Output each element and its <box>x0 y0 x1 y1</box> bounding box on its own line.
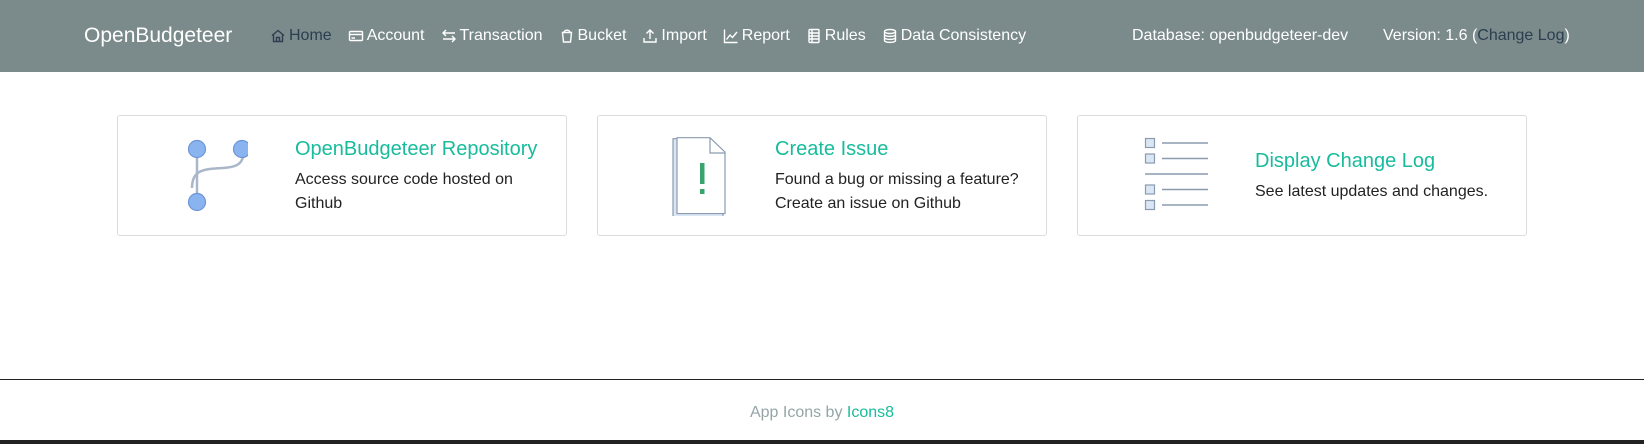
nav-item-rules[interactable]: Rules <box>806 24 866 48</box>
nav-item-transaction[interactable]: Transaction <box>441 24 543 48</box>
bottom-edge-divider <box>0 440 1644 444</box>
footer-credit-prefix: App Icons by <box>749 404 847 421</box>
card-repository-title[interactable]: OpenBudgeteer Repository <box>295 136 555 162</box>
footer: App Icons by Icons8 <box>0 379 1644 444</box>
list-icon <box>806 28 825 44</box>
top-navbar: OpenBudgeteer Home Account Transaction B… <box>0 0 1644 72</box>
version-text: Version: 1.6 ( <box>1383 27 1478 44</box>
document-exclamation-icon <box>628 136 728 219</box>
credit-card-icon <box>348 28 367 44</box>
card-repository[interactable]: OpenBudgeteer Repository Access source c… <box>117 115 567 236</box>
card-create-issue[interactable]: Create Issue Found a bug or missing a fe… <box>597 115 1047 236</box>
icons8-link[interactable]: Icons8 <box>847 404 894 421</box>
nav-label-report: Report <box>741 27 790 44</box>
nav-item-report[interactable]: Report <box>723 24 790 48</box>
changelog-link[interactable]: Change Log <box>1477 27 1564 44</box>
card-repository-desc-1: Access source code hosted on <box>295 171 513 188</box>
card-change-log[interactable]: Display Change Log See latest updates an… <box>1077 115 1527 236</box>
card-change-log-desc: See latest updates and changes. <box>1255 183 1489 200</box>
nav-item-bucket[interactable]: Bucket <box>559 24 627 48</box>
nav-label-transaction: Transaction <box>459 27 543 44</box>
card-change-log-title[interactable]: Display Change Log <box>1255 148 1515 174</box>
nav-label-account: Account <box>366 27 425 44</box>
database-icon <box>882 28 901 44</box>
nav-label-home: Home <box>289 27 332 44</box>
card-create-issue-desc-1: Found a bug or missing a feature? <box>775 171 1019 188</box>
line-chart-icon <box>723 28 742 44</box>
card-create-issue-desc-2: Create an issue on Github <box>775 195 961 212</box>
bucket-icon <box>559 28 578 44</box>
main-nav: Home Account Transaction Bucket Import R… <box>270 24 1042 48</box>
nav-item-data-consistency[interactable]: Data Consistency <box>882 24 1026 48</box>
home-icon <box>270 28 289 44</box>
nav-label-import: Import <box>661 27 707 44</box>
git-branch-icon <box>148 136 252 216</box>
brand-link[interactable]: OpenBudgeteer <box>84 22 232 50</box>
arrows-exchange-icon <box>441 28 460 44</box>
database-info: Database: openbudgeteer-dev <box>1132 27 1349 44</box>
nav-item-import[interactable]: Import <box>642 24 707 48</box>
footer-credit: App Icons by Icons8 <box>0 402 1644 424</box>
nav-label-data-consistency: Data Consistency <box>900 27 1027 44</box>
card-repository-desc-2: Github <box>295 195 343 212</box>
card-change-log-text: Display Change Log See latest updates an… <box>1255 148 1515 204</box>
nav-item-home[interactable]: Home <box>270 24 332 48</box>
nav-item-account[interactable]: Account <box>348 24 425 48</box>
checklist-icon <box>1108 136 1220 216</box>
upload-icon <box>642 28 661 44</box>
card-create-issue-title[interactable]: Create Issue <box>775 136 1035 162</box>
card-create-issue-text: Create Issue Found a bug or missing a fe… <box>775 136 1035 216</box>
version-info: Version: 1.6 (Change Log) <box>1383 24 1570 48</box>
version-suffix: ) <box>1564 27 1570 44</box>
card-repository-text: OpenBudgeteer Repository Access source c… <box>295 136 555 216</box>
nav-label-rules: Rules <box>824 27 866 44</box>
nav-label-bucket: Bucket <box>577 27 627 44</box>
